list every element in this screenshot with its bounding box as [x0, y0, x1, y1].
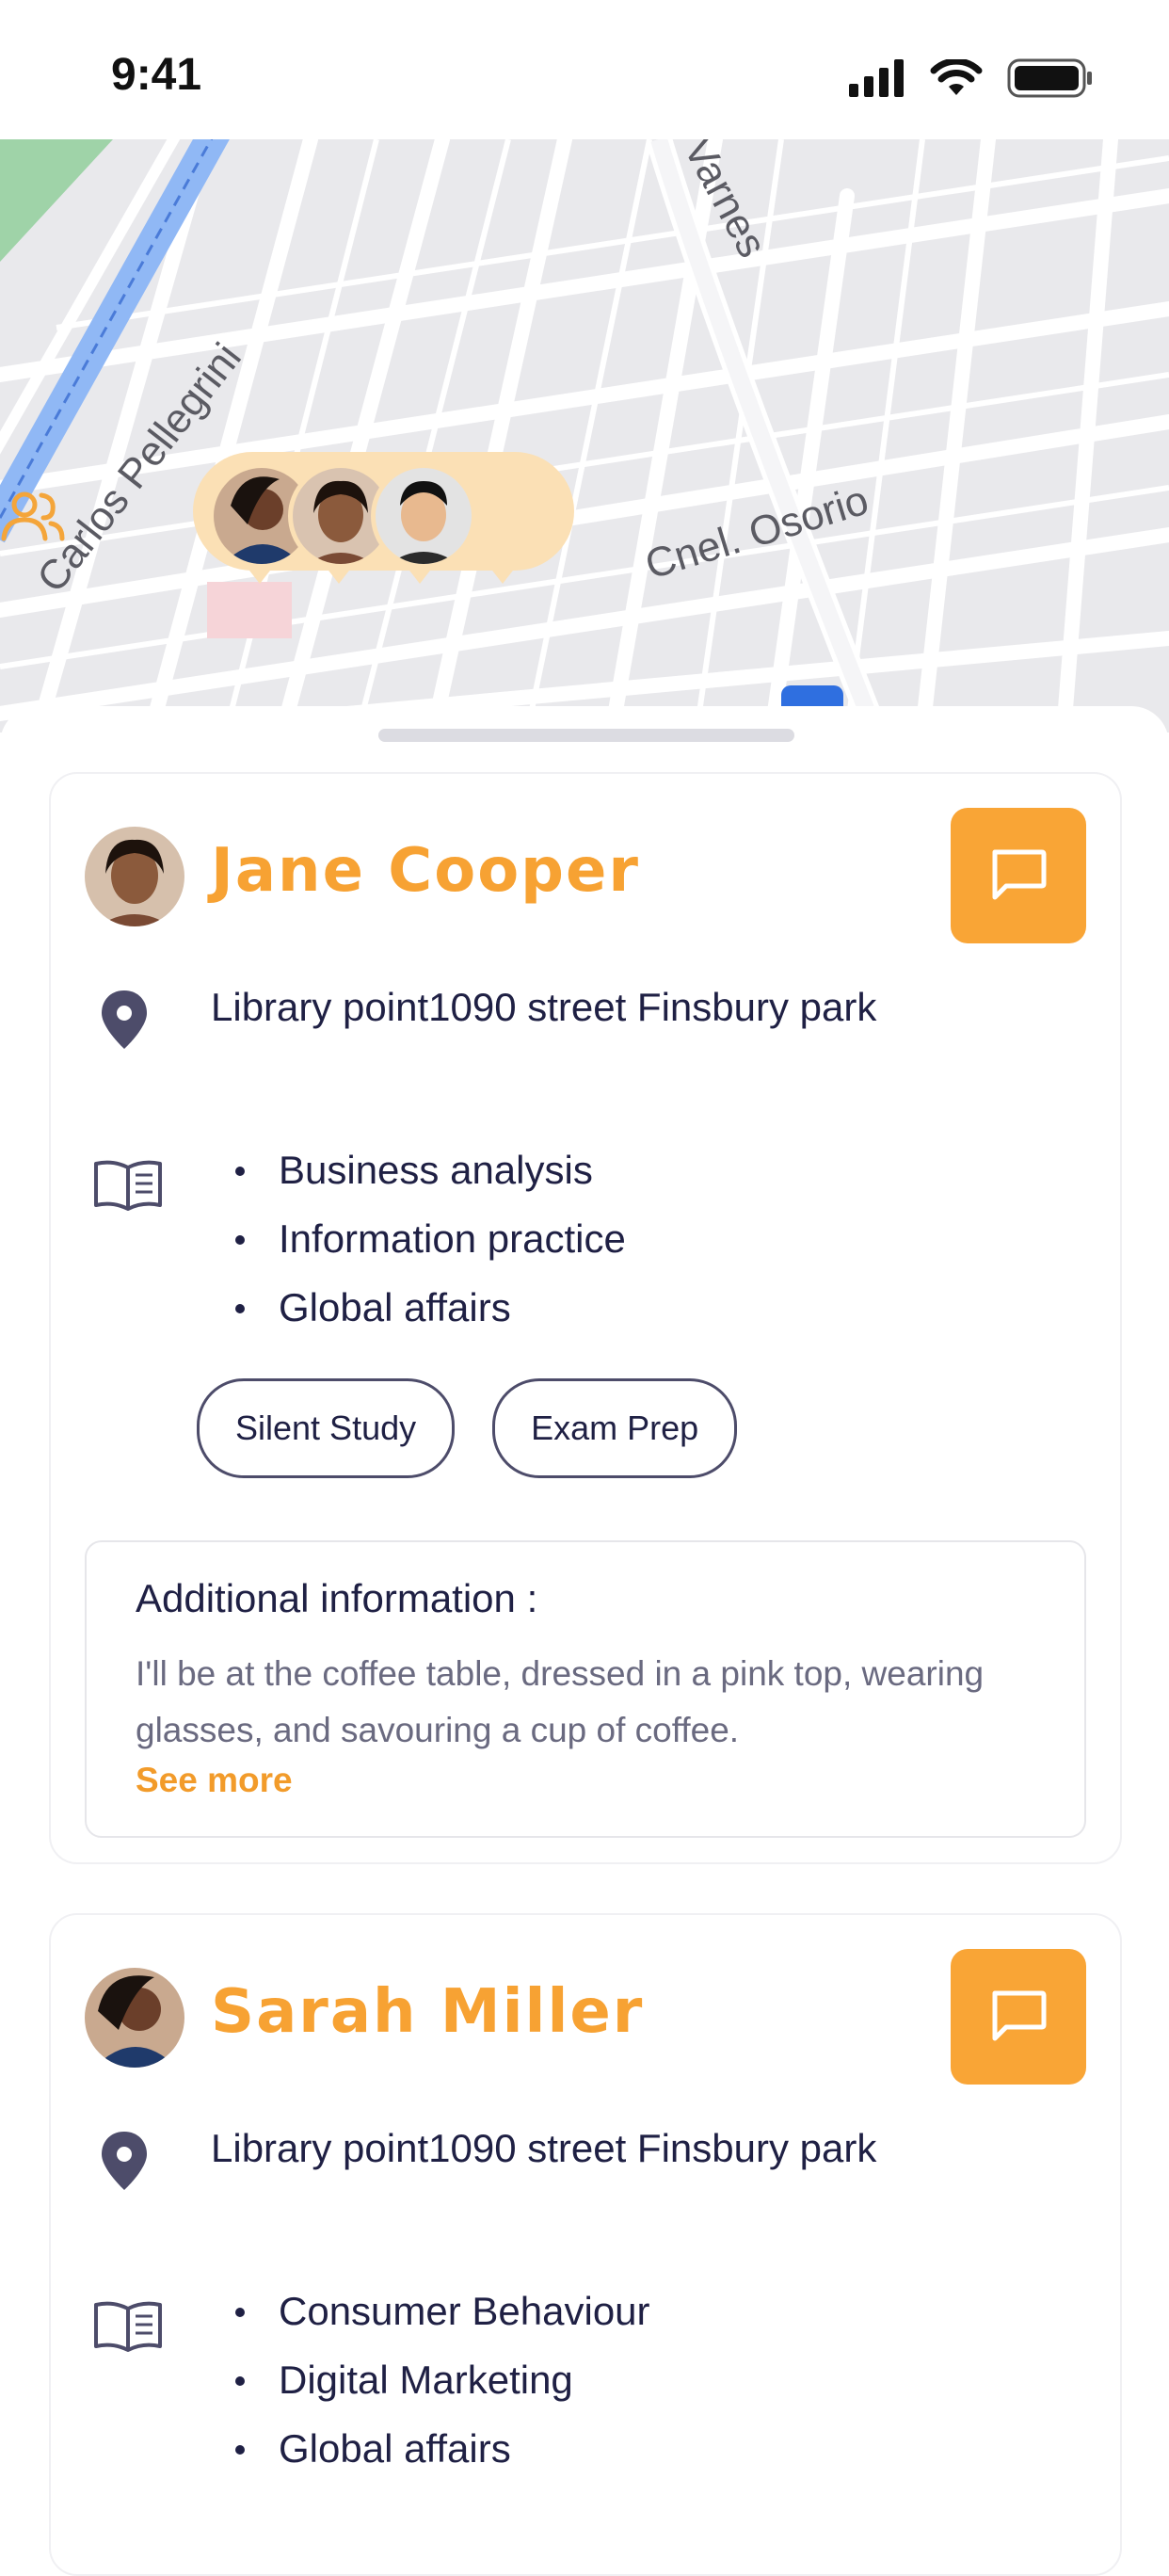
profile-address: Library point1090 street Finsbury park	[211, 2126, 877, 2170]
sheet-drag-handle[interactable]	[378, 729, 794, 742]
list-item: Digital Marketing	[235, 2345, 650, 2414]
book-icon	[94, 2301, 162, 2352]
avatar	[85, 1968, 184, 2068]
tag-chip[interactable]: Silent Study	[197, 1378, 456, 1478]
profile-address: Library point1090 street Finsbury park	[211, 985, 877, 1029]
profile-name: Jane Cooper	[211, 836, 640, 906]
list-item: Business analysis	[235, 1135, 626, 1204]
list-item: Consumer Behaviour	[235, 2277, 650, 2345]
book-icon	[94, 1160, 162, 1211]
chat-button[interactable]	[951, 808, 1086, 943]
list-item: Information practice	[235, 1204, 626, 1273]
avatar	[85, 827, 184, 926]
pin-tail	[326, 567, 352, 584]
profile-name: Sarah Miller	[211, 1977, 645, 2047]
pin-tail	[247, 567, 273, 584]
location-pin-icon	[102, 2132, 147, 2190]
battery-icon	[1007, 58, 1092, 98]
tag-list: Silent Study Exam Prep	[197, 1378, 738, 1478]
tag-chip[interactable]: Exam Prep	[492, 1378, 738, 1478]
list-item: Global affairs	[235, 2414, 650, 2483]
status-time: 9:41	[111, 50, 202, 100]
additional-info-text: I'll be at the coffee table, dressed in …	[136, 1654, 985, 1749]
topic-list: Business analysis Information practice G…	[235, 1135, 626, 1342]
status-bar: 9:41	[0, 0, 1169, 139]
list-item: Global affairs	[235, 1273, 626, 1342]
topic-list: Consumer Behaviour Digital Marketing Glo…	[235, 2277, 650, 2483]
pin-tail	[407, 567, 433, 584]
signal-icon	[849, 59, 904, 97]
additional-info-box: Additional information : I'll be at the …	[85, 1540, 1086, 1838]
profile-card[interactable]: Sarah Miller Library point1090 street Fi…	[49, 1913, 1122, 2576]
map-view[interactable]: Carlos Pellegrini Varnes Cnel. Osorio	[0, 139, 1169, 733]
location-pin-icon	[102, 990, 147, 1049]
group-icon	[1, 491, 65, 541]
profile-card[interactable]: Jane Cooper Library point1090 street Fin…	[49, 772, 1122, 1864]
wifi-icon	[930, 59, 983, 95]
additional-info-title: Additional information :	[136, 1576, 538, 1620]
map-avatar-man[interactable]	[371, 463, 476, 569]
chat-button[interactable]	[951, 1949, 1086, 2085]
pin-tail	[489, 567, 516, 584]
status-icons	[849, 58, 1094, 98]
see-more-link[interactable]: See more	[136, 1761, 293, 1800]
chat-icon	[992, 849, 1047, 900]
results-sheet: Jane Cooper Library point1090 street Fin…	[0, 706, 1169, 2576]
chat-icon	[992, 1990, 1047, 2041]
